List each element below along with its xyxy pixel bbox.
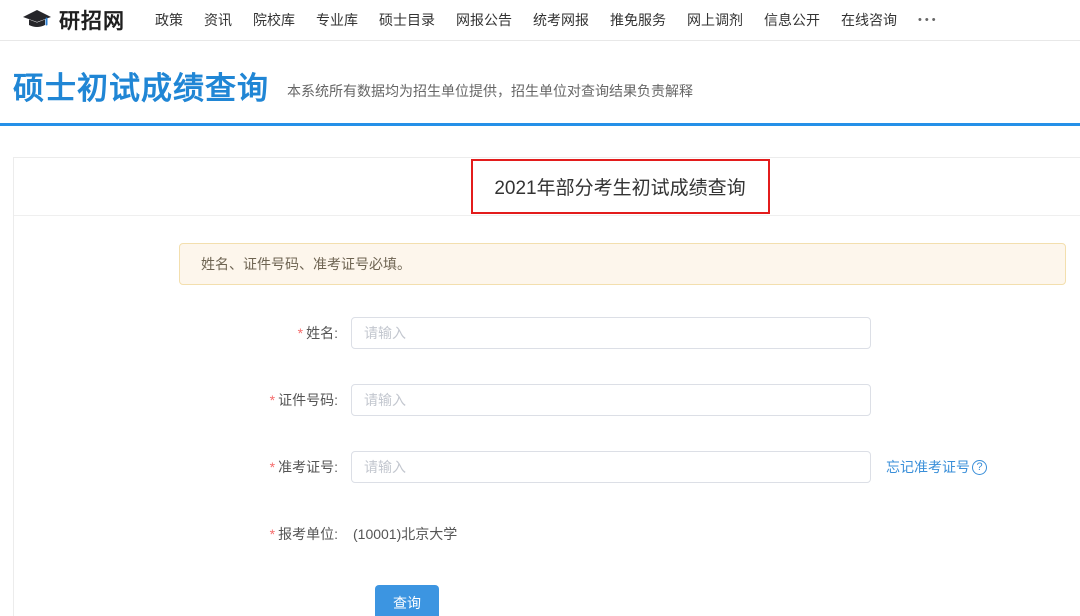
query-button[interactable]: 查询 bbox=[375, 585, 439, 616]
nav-item-online-consult[interactable]: 在线咨询 bbox=[841, 10, 897, 30]
form-row-ticket-number: *准考证号: 忘记准考证号 ? bbox=[14, 451, 1080, 483]
nav-item-online-adjustment[interactable]: 网上调剂 bbox=[687, 10, 743, 30]
ticket-number-label: *准考证号: bbox=[14, 457, 344, 477]
help-circle-icon[interactable]: ? bbox=[972, 460, 987, 475]
form-row-name: *姓名: bbox=[14, 317, 1080, 349]
panel-title: 2021年部分考生初试成绩查询 bbox=[494, 173, 745, 200]
nav-more-dots-icon[interactable]: ••• bbox=[918, 14, 939, 26]
panel-body: 姓名、证件号码、准考证号必填。 *姓名: *证件号码: *准考证号: 忘记准考证… bbox=[14, 216, 1080, 616]
nav-item-info-disclosure[interactable]: 信息公开 bbox=[764, 10, 820, 30]
site-logo[interactable]: 研招网 bbox=[22, 5, 125, 35]
submit-row: 查询 bbox=[14, 585, 1080, 616]
form-row-target-unit: *报考单位: (10001)北京大学 bbox=[14, 518, 1080, 550]
nav-menu: 政策 资讯 院校库 专业库 硕士目录 网报公告 统考网报 推免服务 网上调剂 信… bbox=[155, 10, 939, 30]
nav-item-news[interactable]: 资讯 bbox=[204, 10, 232, 30]
nav-item-exempt-service[interactable]: 推免服务 bbox=[610, 10, 666, 30]
id-number-input[interactable] bbox=[351, 384, 871, 416]
forgot-ticket-link[interactable]: 忘记准考证号 ? bbox=[886, 457, 987, 477]
blue-divider bbox=[0, 123, 1080, 126]
graduation-cap-icon bbox=[22, 9, 59, 31]
nav-item-policy[interactable]: 政策 bbox=[155, 10, 183, 30]
page-subtitle: 本系统所有数据均为招生单位提供，招生单位对查询结果负责解释 bbox=[287, 81, 693, 101]
top-nav-bar: 研招网 政策 资讯 院校库 专业库 硕士目录 网报公告 统考网报 推免服务 网上… bbox=[0, 0, 1080, 41]
required-asterisk: * bbox=[298, 325, 303, 341]
name-label: *姓名: bbox=[14, 323, 344, 343]
required-fields-notice: 姓名、证件号码、准考证号必填。 bbox=[179, 243, 1066, 285]
target-unit-value: (10001)北京大学 bbox=[353, 524, 457, 544]
nav-item-master-catalog[interactable]: 硕士目录 bbox=[379, 10, 435, 30]
red-annotation-box: 2021年部分考生初试成绩查询 bbox=[471, 159, 770, 214]
form-row-id-number: *证件号码: bbox=[14, 384, 1080, 416]
page-heading: 硕士初试成绩查询 本系统所有数据均为招生单位提供，招生单位对查询结果负责解释 bbox=[0, 41, 1080, 108]
name-input[interactable] bbox=[351, 317, 871, 349]
nav-item-unified-exam-report[interactable]: 统考网报 bbox=[533, 10, 589, 30]
nav-item-college-library[interactable]: 院校库 bbox=[253, 10, 295, 30]
nav-item-major-library[interactable]: 专业库 bbox=[316, 10, 358, 30]
id-number-label: *证件号码: bbox=[14, 390, 344, 410]
ticket-number-input[interactable] bbox=[351, 451, 871, 483]
required-asterisk: * bbox=[270, 459, 275, 475]
required-asterisk: * bbox=[270, 526, 275, 542]
query-panel: 2021年部分考生初试成绩查询 姓名、证件号码、准考证号必填。 *姓名: *证件… bbox=[13, 157, 1080, 616]
nav-item-online-report-notice[interactable]: 网报公告 bbox=[456, 10, 512, 30]
logo-text: 研招网 bbox=[59, 5, 125, 35]
required-asterisk: * bbox=[270, 392, 275, 408]
panel-header: 2021年部分考生初试成绩查询 bbox=[14, 158, 1080, 216]
target-unit-label: *报考单位: bbox=[14, 524, 344, 544]
page-title: 硕士初试成绩查询 bbox=[13, 63, 269, 108]
